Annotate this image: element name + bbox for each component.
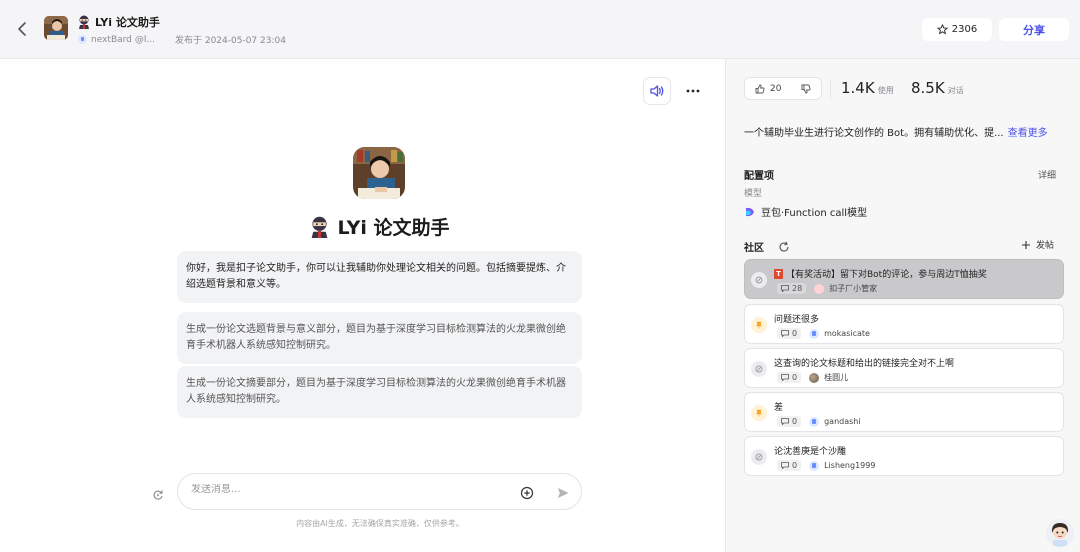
user-avatar — [809, 460, 820, 471]
user-avatar — [809, 416, 820, 427]
new-post-button[interactable]: 发帖 — [1021, 238, 1054, 251]
post-author: mokasicate — [824, 329, 870, 338]
pin-icon — [751, 405, 767, 421]
bot-avatar-large — [353, 147, 405, 199]
rating-box: 20 — [744, 77, 822, 100]
post-author: 桂圆儿 — [824, 373, 849, 382]
post-status-icon — [751, 272, 767, 288]
thumbs-down-icon — [802, 84, 811, 93]
post-title: 论沈善庚是个沙雕 — [774, 447, 847, 457]
message-input-box — [177, 473, 582, 510]
creator-handle: @l... — [134, 34, 155, 45]
community-post[interactable]: 差 0 gandashi — [744, 392, 1064, 432]
more-button[interactable] — [679, 77, 707, 105]
config-section-title: 配置项 — [744, 171, 774, 182]
voice-button[interactable] — [643, 77, 671, 105]
post-title: 【有奖活动】留下对Bot的评论，参与周边T恤抽奖 — [786, 270, 987, 280]
publish-date: 发布于 2024-05-07 23:04 — [174, 36, 286, 46]
post-author: Lisheng1999 — [824, 461, 876, 470]
community-post[interactable]: T 【有奖活动】留下对Bot的评论，参与周边T恤抽奖 28 扣子厂小管家 — [744, 259, 1064, 299]
chat-count-stat: 8.5K 对话 — [911, 79, 964, 97]
user-avatar — [809, 372, 820, 383]
clear-context-icon[interactable] — [152, 486, 164, 500]
comment-count: 0 — [777, 328, 802, 339]
message-input[interactable] — [191, 484, 511, 495]
bot-title-row: LYi 论文助手 — [78, 14, 160, 30]
comment-count: 0 — [777, 460, 802, 471]
comment-icon — [781, 418, 789, 425]
community-section-title: 社区 — [744, 243, 764, 254]
dislike-button[interactable] — [791, 78, 821, 99]
more-dots-icon — [686, 89, 700, 93]
pin-icon — [751, 317, 767, 333]
tshirt-icon: T — [774, 268, 783, 279]
share-button[interactable]: 分享 — [999, 18, 1069, 41]
community-post[interactable]: 问题还很多 0 mokasicate — [744, 304, 1064, 344]
post-status-icon — [751, 449, 767, 465]
user-avatar — [809, 328, 820, 339]
usage-stat: 1.4K 使用 — [841, 79, 894, 97]
like-button[interactable]: 20 — [745, 78, 791, 99]
send-icon[interactable] — [556, 485, 570, 499]
add-attachment-icon[interactable] — [520, 485, 534, 500]
creator-name[interactable]: nextBard — [91, 35, 132, 45]
bot-title-center: LYi 论文助手 — [0, 213, 760, 240]
community-post[interactable]: 论沈善庚是个沙雕 0 Lisheng1999 — [744, 436, 1064, 476]
refresh-icon[interactable] — [778, 238, 790, 252]
bot-description: 一个辅助毕业生进行论文创作的 Bot。拥有辅助优化、提... 查看更多 — [744, 128, 1048, 139]
suggestion-prompt-2[interactable]: 生成一份论文摘要部分，题目为基于深度学习目标检测算法的火龙果微创绝育手术机器人系… — [177, 366, 582, 418]
top-bar: LYi 论文助手 nextBard @l... 发布于 2024-05-07 2… — [0, 0, 1080, 59]
see-more-link[interactable]: 查看更多 — [1008, 128, 1048, 139]
comment-icon — [781, 285, 789, 292]
ninja-icon — [312, 216, 328, 238]
post-title: 问题还很多 — [774, 315, 820, 325]
comment-icon — [781, 462, 789, 469]
assistant-avatar[interactable] — [1046, 519, 1074, 547]
post-title: 差 — [774, 403, 784, 413]
suggestion-prompt-1[interactable]: 生成一份论文选题背景与意义部分，题目为基于深度学习目标检测算法的火龙果微创绝育手… — [177, 312, 582, 364]
doubao-model-icon — [746, 207, 754, 216]
thumbs-up-icon — [755, 84, 765, 93]
bot-avatar[interactable] — [44, 16, 68, 40]
community-post[interactable]: 这查询的论文标题和给出的链接完全对不上啊 0 桂圆儿 — [744, 348, 1064, 388]
comment-count: 28 — [777, 283, 807, 294]
post-author: 扣子厂小管家 — [829, 284, 878, 293]
comment-count: 0 — [777, 416, 802, 427]
chat-area: LYi 论文助手 你好，我是扣子论文助手，你可以让我辅助你处理论文相关的问题。包… — [0, 59, 726, 552]
post-title: 这查询的论文标题和给出的链接完全对不上啊 — [774, 359, 955, 369]
ai-disclaimer: 内容由AI生成，无法确保真实准确，仅供参考。 — [296, 519, 464, 528]
bot-meta: nextBard @l... 发布于 2024-05-07 23:04 — [78, 33, 286, 46]
creator-avatar[interactable] — [78, 35, 87, 44]
star-button[interactable]: 2306 — [922, 18, 992, 41]
ninja-icon — [79, 15, 89, 29]
user-avatar — [814, 283, 825, 294]
comment-icon — [781, 374, 789, 381]
bot-greeting-message: 你好，我是扣子论文助手，你可以让我辅助你处理论文相关的问题。包括摘要提炼、介绍选… — [177, 251, 582, 303]
model-label: 模型 — [744, 189, 763, 199]
comment-icon — [781, 330, 789, 337]
bot-info-sidebar: 20 1.4K 使用 8.5K 对话 一个辅助毕业生进行论文创作的 Bot。拥有… — [727, 59, 1080, 552]
comment-count: 0 — [777, 372, 802, 383]
star-icon — [936, 24, 948, 35]
divider — [830, 79, 831, 99]
speaker-icon — [650, 85, 664, 97]
star-count: 2306 — [951, 24, 978, 35]
post-author: gandashi — [824, 417, 861, 426]
plus-icon — [1022, 240, 1030, 249]
post-status-icon — [751, 361, 767, 377]
back-arrow-icon[interactable] — [17, 21, 31, 37]
detail-link[interactable]: 详细 — [1038, 168, 1056, 181]
like-count: 20 — [770, 83, 782, 94]
bot-title: LYi 论文助手 — [95, 16, 160, 29]
model-item: 豆包·Function call模型 — [744, 204, 867, 219]
